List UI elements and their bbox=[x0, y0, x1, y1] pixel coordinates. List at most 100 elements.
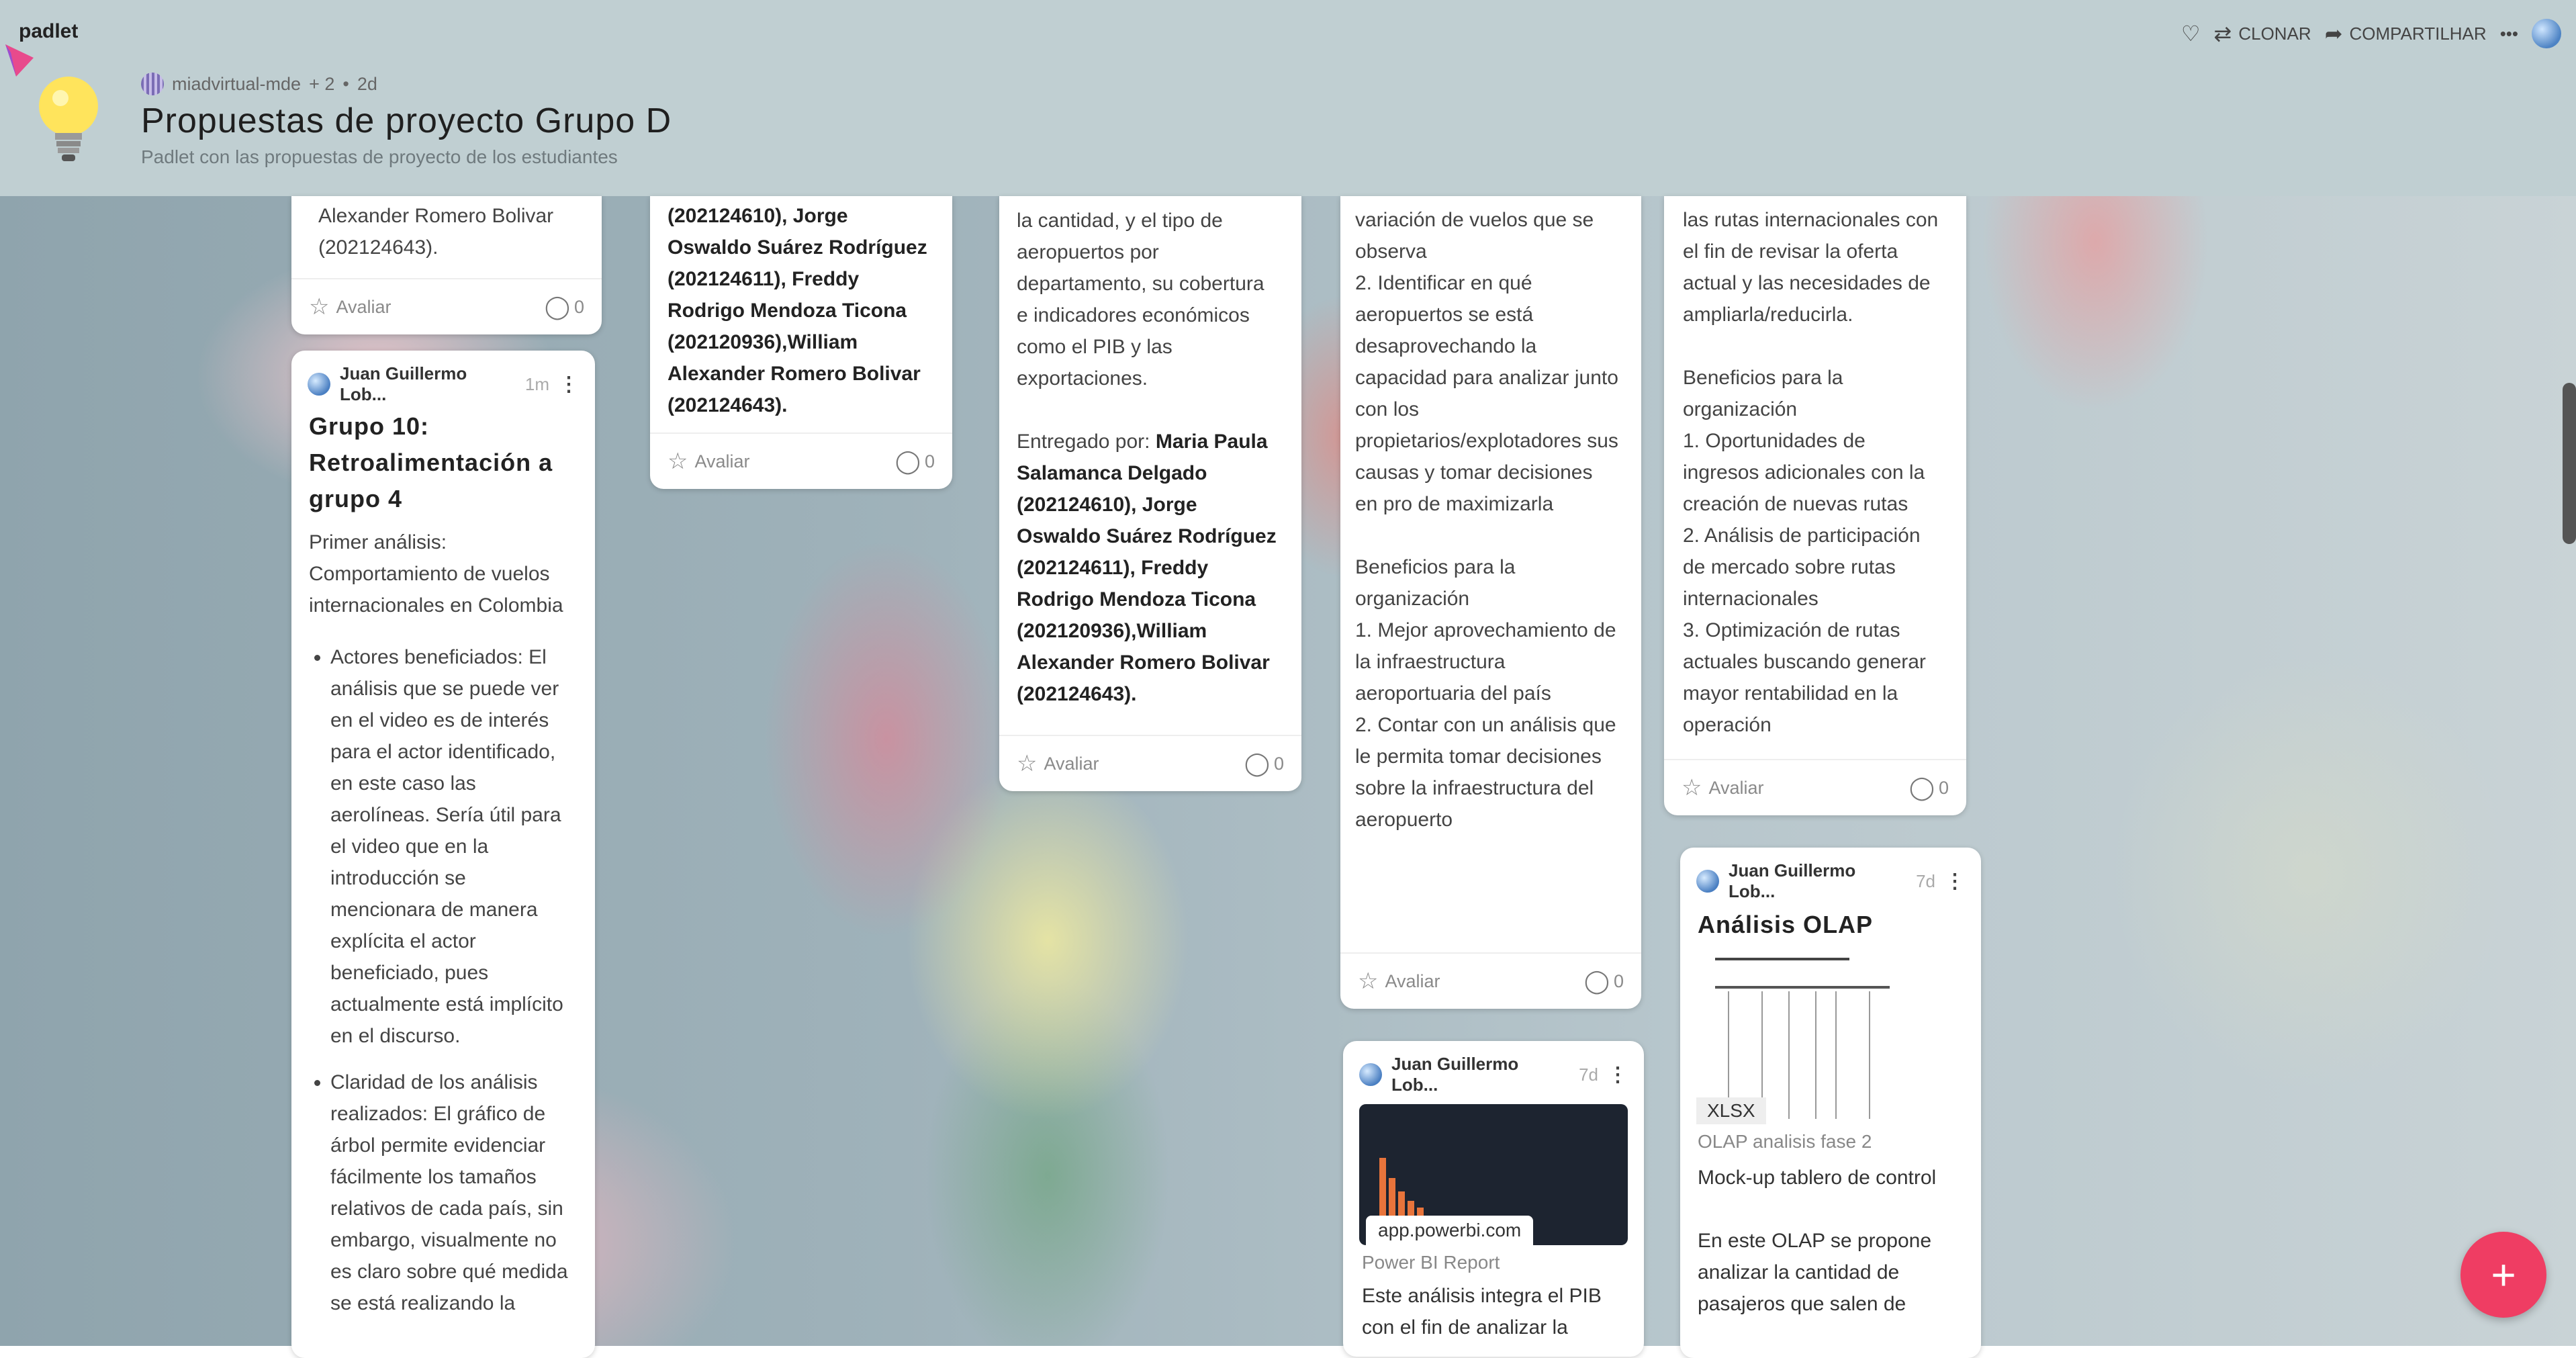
owner-avatar[interactable] bbox=[141, 73, 164, 95]
share-button[interactable]: ➦ COMPARTILHAR bbox=[2325, 21, 2487, 46]
add-post-button[interactable]: + bbox=[2460, 1232, 2546, 1318]
board-subtitle: Padlet con las propuestas de proyecto de… bbox=[141, 146, 618, 167]
star-icon[interactable]: ☆ bbox=[1682, 774, 1702, 801]
comment-bubble-icon: ◯ bbox=[1908, 775, 1935, 801]
post-footer: ☆ Avaliar ◯ 0 bbox=[650, 433, 952, 489]
link-preview-image[interactable]: app.powerbi.com bbox=[1359, 1104, 1628, 1245]
author-avatar[interactable] bbox=[1359, 1063, 1382, 1086]
benefit-item: 1. Mejor aprovechamiento de la infraestr… bbox=[1355, 619, 1616, 705]
post-time: 7d bbox=[1916, 870, 1935, 891]
comment-count: 0 bbox=[1938, 777, 1949, 798]
comment-count: 0 bbox=[1613, 970, 1624, 991]
post-card[interactable]: Juan Guillermo Lob... 1m ⋮ Grupo 10: Ret… bbox=[291, 351, 595, 1358]
post-body: 2. Identificar en qué aeropuertos se est… bbox=[1355, 272, 1618, 515]
post-card[interactable]: variación de vuelos que se observa 2. Id… bbox=[1340, 196, 1641, 1009]
share-label: COMPARTILHAR bbox=[2349, 23, 2487, 44]
comments-button[interactable]: ◯ 0 bbox=[1244, 750, 1284, 777]
star-icon[interactable]: ☆ bbox=[1017, 750, 1037, 777]
post-menu-icon[interactable]: ⋮ bbox=[1945, 870, 1965, 893]
post-line: - visualizar la relación entre bbox=[999, 196, 1301, 205]
board-age: 2d bbox=[357, 73, 377, 94]
post-card[interactable]: las rutas internacionales con el fin de … bbox=[1664, 196, 1966, 815]
post-body: las rutas internacionales con el fin de … bbox=[1683, 209, 1939, 326]
separator-dot: • bbox=[342, 73, 349, 94]
preview-bar bbox=[1389, 1178, 1395, 1218]
star-icon[interactable]: ☆ bbox=[668, 448, 688, 475]
vertical-scrollbar[interactable] bbox=[2563, 383, 2576, 544]
heart-icon[interactable]: ♡ bbox=[2181, 21, 2201, 46]
rate-label[interactable]: Avaliar bbox=[1044, 754, 1099, 774]
comment-count: 0 bbox=[924, 451, 935, 471]
rate-label[interactable]: Avaliar bbox=[1708, 778, 1763, 799]
link-url-badge[interactable]: app.powerbi.com bbox=[1366, 1216, 1534, 1245]
board-title: Propuestas de proyecto Grupo D bbox=[141, 101, 672, 140]
post-footer: ☆ Avaliar ◯ 0 bbox=[1664, 759, 1966, 815]
contributors-count[interactable]: + 2 bbox=[309, 74, 334, 95]
post-body: variación de vuelos que se observa bbox=[1355, 209, 1594, 263]
user-avatar[interactable] bbox=[2532, 19, 2561, 48]
more-button[interactable]: ••• bbox=[2500, 24, 2518, 44]
share-arrow-icon: ➦ bbox=[2324, 21, 2343, 46]
post-footer: ☆ Avaliar ◯ 0 bbox=[291, 278, 602, 334]
author-name[interactable]: Juan Guillermo Lob... bbox=[1391, 1054, 1569, 1095]
post-footer: ☆ Avaliar ◯ 0 bbox=[999, 735, 1301, 791]
benefits-title: Beneficios para la organización bbox=[1355, 556, 1516, 610]
author-name[interactable]: Juan Guillermo Lob... bbox=[340, 363, 516, 405]
post-card[interactable]: Juan Guillermo Lob... 7d ⋮ app.powerbi.c… bbox=[1343, 1041, 1644, 1357]
preview-bar bbox=[1398, 1191, 1405, 1218]
board-header: padlet miadvirtual-mde + 2 • 2d Propuest… bbox=[0, 0, 2576, 196]
post-menu-icon[interactable]: ⋮ bbox=[559, 373, 579, 396]
star-icon[interactable]: ☆ bbox=[1358, 968, 1378, 995]
benefit-item: 1. Oportunidades de ingresos adicionales… bbox=[1683, 430, 1925, 515]
bullet-item: Claridad de los análisis realizados: El … bbox=[330, 1067, 572, 1319]
post-title: Análisis OLAP bbox=[1698, 911, 1874, 938]
comment-bubble-icon: ◯ bbox=[1244, 751, 1270, 776]
board-meta: miadvirtual-mde + 2 • 2d bbox=[141, 73, 377, 95]
link-title[interactable]: Power BI Report bbox=[1343, 1245, 1644, 1280]
comments-button[interactable]: ◯ 0 bbox=[895, 448, 935, 475]
post-time: 1m bbox=[524, 373, 549, 394]
post-card[interactable]: (202124610), Jorge Oswaldo Suárez Rodríg… bbox=[650, 196, 952, 489]
post-card[interactable]: - visualizar la relación entre la cantid… bbox=[999, 196, 1301, 791]
post-body: Este análisis integra el PIB con el fin … bbox=[1362, 1285, 1602, 1339]
comments-button[interactable]: ◯ 0 bbox=[545, 293, 584, 320]
owner-name[interactable]: miadvirtual-mde bbox=[172, 74, 301, 95]
post-author-row: Juan Guillermo Lob... 7d ⋮ bbox=[1343, 1041, 1644, 1095]
post-title: Grupo 10: Retroalimentación a grupo 4 bbox=[309, 412, 553, 512]
benefit-item: 3. Optimización de rutas actuales buscan… bbox=[1683, 619, 1926, 736]
comment-count: 0 bbox=[1273, 753, 1284, 774]
post-bullets: Actores beneficiados: El análisis que se… bbox=[291, 641, 595, 1319]
benefit-item: 2. Contar con un análisis que le permita… bbox=[1355, 714, 1616, 831]
post-body: Mock-up tablero de control bbox=[1698, 1167, 1937, 1189]
delivered-label: Entregado por: bbox=[1017, 431, 1150, 453]
post-author-row: Juan Guillermo Lob... 1m ⋮ bbox=[291, 351, 595, 404]
spreadsheet-icon bbox=[1715, 958, 1890, 1119]
comments-button[interactable]: ◯ 0 bbox=[1584, 968, 1624, 995]
post-body: En este OLAP se propone analizar la cant… bbox=[1698, 1230, 1932, 1315]
clone-label: CLONAR bbox=[2238, 23, 2311, 44]
post-body: (202124610), Jorge Oswaldo Suárez Rodríg… bbox=[668, 205, 927, 416]
comment-bubble-icon: ◯ bbox=[1583, 968, 1610, 994]
post-menu-icon[interactable]: ⋮ bbox=[1608, 1063, 1628, 1087]
attachment-preview[interactable]: XLSX bbox=[1696, 952, 1965, 1124]
post-author-row: Juan Guillermo Lob... 7d ⋮ bbox=[1680, 848, 1981, 901]
author-avatar[interactable] bbox=[1696, 870, 1719, 893]
rate-label[interactable]: Avaliar bbox=[1385, 971, 1440, 992]
post-card[interactable]: Juan Guillermo Lob... 7d ⋮ Análisis OLAP… bbox=[1680, 848, 1981, 1358]
file-type-badge: XLSX bbox=[1696, 1097, 1766, 1124]
clone-button[interactable]: ⇄ CLONAR bbox=[2214, 21, 2311, 46]
post-card[interactable]: Alexander Romero Bolivar (202124643). ☆ … bbox=[291, 196, 602, 334]
comments-button[interactable]: ◯ 0 bbox=[1909, 774, 1949, 801]
comment-count: 0 bbox=[573, 296, 584, 317]
author-name[interactable]: Juan Guillermo Lob... bbox=[1729, 860, 1906, 902]
post-time: 7d bbox=[1579, 1064, 1598, 1085]
rate-label[interactable]: Avaliar bbox=[694, 451, 749, 472]
padlet-logo-text[interactable]: padlet bbox=[19, 20, 78, 43]
benefits-title: Beneficios para la organización bbox=[1683, 367, 1843, 420]
author-avatar[interactable] bbox=[308, 373, 330, 396]
lightbulb-icon bbox=[39, 77, 98, 161]
star-icon[interactable]: ☆ bbox=[309, 293, 329, 320]
rate-label[interactable]: Avaliar bbox=[336, 297, 391, 318]
post-intro: Primer análisis: Comportamiento de vuelo… bbox=[309, 531, 563, 617]
attachment-name[interactable]: OLAP analisis fase 2 bbox=[1680, 1124, 1981, 1159]
